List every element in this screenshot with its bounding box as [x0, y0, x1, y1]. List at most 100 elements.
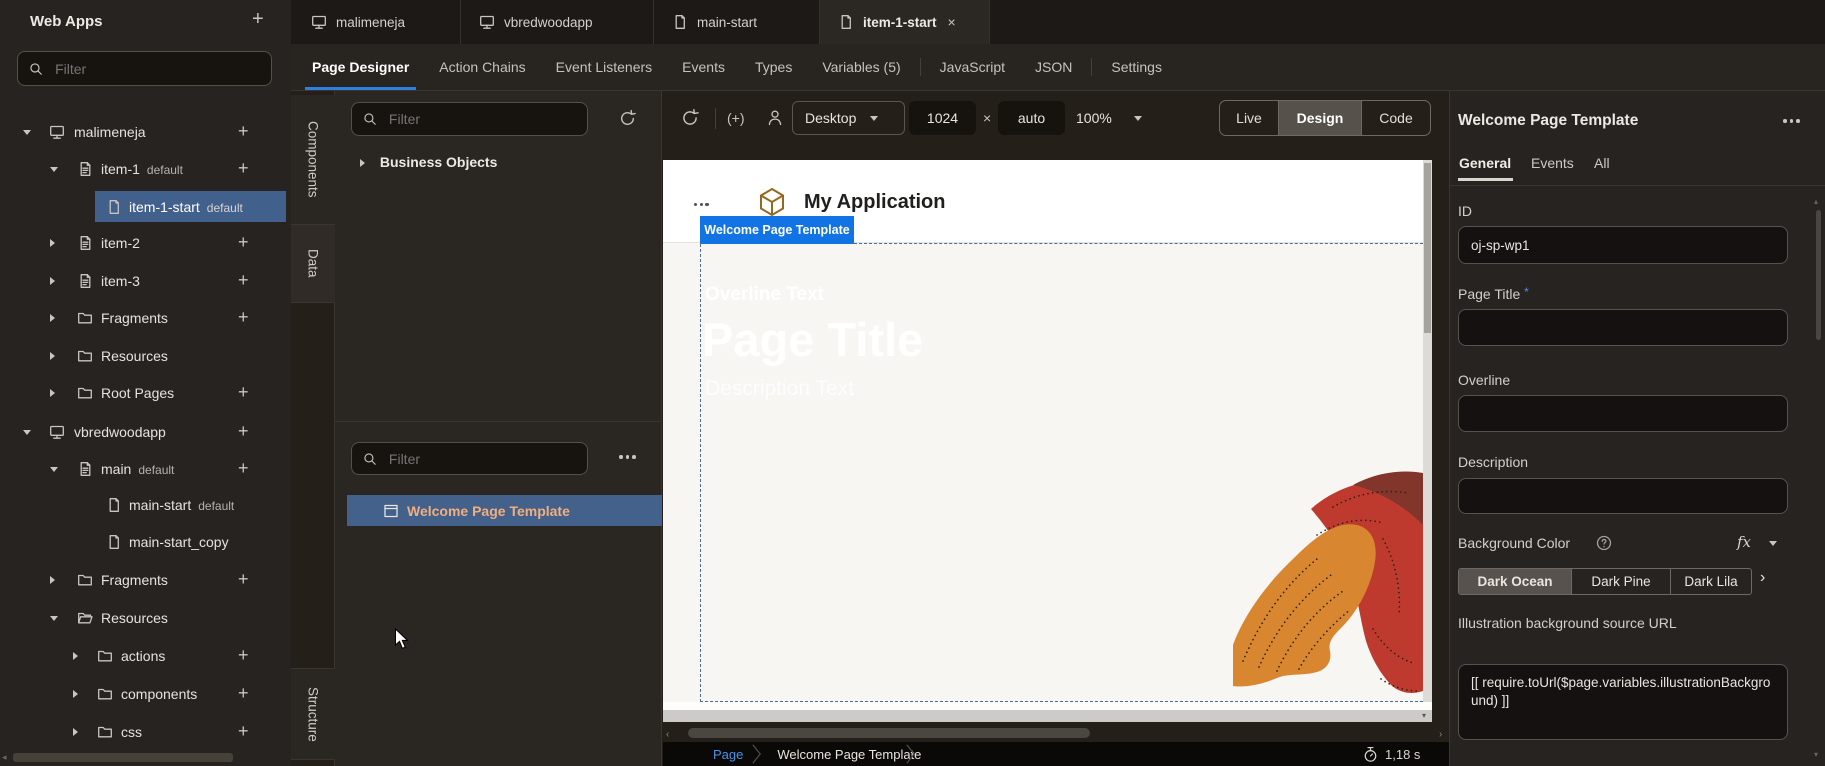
sidebar-filter-input[interactable]	[53, 59, 260, 78]
breadcrumb-current[interactable]: Welcome Page Template	[777, 747, 921, 762]
scroll-down-icon[interactable]: ▾	[1422, 711, 1426, 720]
refresh-icon[interactable]	[618, 109, 637, 128]
overflow-menu-icon[interactable]	[694, 203, 709, 207]
design-canvas-page[interactable]: My Application Welcome Page Template Ove…	[663, 160, 1423, 702]
breadcrumb-page-link[interactable]: Page	[713, 747, 743, 762]
data-filter[interactable]	[351, 102, 588, 136]
page-vscrollbar[interactable]	[1423, 160, 1432, 702]
zoom-chevron-icon[interactable]	[1134, 116, 1142, 121]
scroll-down-icon[interactable]: ▾	[1814, 750, 1818, 759]
tab-data[interactable]: Data	[291, 225, 335, 303]
tree-row-components[interactable]: components +	[0, 679, 291, 709]
tree-row-vbredwoodapp[interactable]: vbredwoodapp +	[0, 417, 291, 447]
tab-page-designer[interactable]: Page Designer	[297, 44, 424, 90]
design-mode-button[interactable]: Design	[1279, 101, 1362, 135]
presets-next-icon[interactable]: ›	[1760, 569, 1765, 587]
caret-down-icon[interactable]	[23, 130, 31, 135]
add-icon[interactable]: +	[238, 121, 249, 142]
zoom-level[interactable]: 100%	[1076, 110, 1112, 126]
caret-down-icon[interactable]	[50, 616, 58, 621]
caret-right-icon[interactable]	[50, 314, 55, 322]
preset-dark-pine[interactable]: Dark Pine	[1572, 569, 1671, 594]
add-icon[interactable]: +	[238, 721, 249, 742]
tree-row-resources[interactable]: Resources	[0, 341, 291, 371]
tree-row-item-2[interactable]: item-2 +	[0, 228, 291, 258]
canvas-width-input[interactable]: 1024	[909, 101, 976, 135]
tree-row-main-start[interactable]: main-start default	[0, 490, 291, 520]
tab-malimeneja[interactable]: malimeneja	[293, 0, 461, 44]
structure-filter[interactable]	[351, 442, 588, 475]
caret-right-icon[interactable]	[50, 389, 55, 397]
tab-types[interactable]: Types	[740, 44, 807, 90]
page-title-field[interactable]	[1458, 309, 1788, 346]
tab-all[interactable]: All	[1594, 155, 1610, 171]
live-mode-button[interactable]: Live	[1220, 101, 1279, 135]
caret-down-icon[interactable]	[50, 467, 58, 472]
caret-right-icon[interactable]	[50, 576, 55, 584]
tab-main-start[interactable]: main-start	[654, 0, 820, 44]
fx-expression-button[interactable]: fx	[1737, 533, 1751, 551]
tree-row-fragments-2[interactable]: Fragments +	[0, 565, 291, 595]
description-field[interactable]	[1458, 478, 1788, 514]
tree-row-fragments[interactable]: Fragments +	[0, 303, 291, 333]
tab-settings[interactable]: Settings	[1096, 44, 1177, 90]
add-icon[interactable]: +	[238, 158, 249, 179]
tree-row-resources-2[interactable]: Resources	[0, 603, 291, 633]
add-icon[interactable]: +	[238, 270, 249, 291]
sidebar-hscrollbar[interactable]	[13, 753, 233, 762]
device-dropdown[interactable]: Desktop	[792, 101, 905, 135]
caret-right-icon[interactable]	[50, 239, 55, 247]
tab-general[interactable]: General	[1459, 155, 1511, 171]
caret-right-icon[interactable]	[50, 352, 55, 360]
user-scope-icon[interactable]	[766, 109, 784, 127]
tree-row-root-pages[interactable]: Root Pages +	[0, 378, 291, 408]
caret-right-icon[interactable]	[73, 690, 78, 698]
close-tab-icon[interactable]: ×	[948, 14, 956, 30]
scroll-left-arrow[interactable]: ◂	[2, 752, 7, 763]
tab-variables[interactable]: Variables (5)	[807, 44, 915, 90]
tree-row-item-3[interactable]: item-3 +	[0, 266, 291, 296]
add-web-app-button[interactable]: +	[252, 8, 264, 31]
scroll-right-arrow[interactable]: ›	[1439, 729, 1442, 740]
caret-right-icon[interactable]	[73, 728, 78, 736]
caret-right-icon[interactable]	[50, 277, 55, 285]
structure-filter-input[interactable]	[386, 449, 576, 468]
add-icon[interactable]: +	[238, 421, 249, 442]
tree-row-css[interactable]: css +	[0, 717, 291, 747]
caret-right-icon[interactable]	[360, 159, 365, 167]
tree-row-item-1-start[interactable]: item-1-start default	[0, 191, 291, 222]
tab-components[interactable]: Components	[291, 95, 335, 225]
structure-item-welcome-page-template[interactable]: Welcome Page Template	[347, 495, 662, 526]
sidebar-filter[interactable]	[17, 51, 272, 86]
canvas-hscrollbar[interactable]	[688, 728, 1090, 738]
business-objects-row[interactable]: Business Objects	[360, 154, 497, 170]
tree-row-item-1[interactable]: item-1 default +	[0, 154, 291, 184]
tab-events[interactable]: Events	[667, 44, 740, 90]
canvas-refresh-icon[interactable]	[680, 108, 700, 128]
caret-down-icon[interactable]	[23, 430, 31, 435]
canvas-height-input[interactable]: auto	[998, 101, 1065, 135]
tree-row-malimeneja[interactable]: malimeneja +	[0, 117, 291, 147]
add-icon[interactable]: +	[238, 382, 249, 403]
illustration-url-field[interactable]: [[ require.toUrl($page.variables.illustr…	[1458, 664, 1788, 740]
tab-json[interactable]: JSON	[1020, 44, 1087, 90]
preset-dark-ocean[interactable]: Dark Ocean	[1459, 569, 1572, 594]
tab-event-listeners[interactable]: Event Listeners	[541, 44, 668, 90]
add-icon[interactable]: +	[238, 569, 249, 590]
fx-chevron-icon[interactable]	[1769, 541, 1777, 546]
caret-right-icon[interactable]	[73, 652, 78, 660]
tree-row-actions[interactable]: actions +	[0, 641, 291, 671]
scroll-up-icon[interactable]: ▴	[1814, 197, 1818, 206]
tree-row-main[interactable]: main default +	[0, 454, 291, 484]
preset-dark-lila[interactable]: Dark Lila	[1671, 569, 1751, 594]
tab-item-1-start[interactable]: item-1-start ×	[820, 0, 990, 44]
data-filter-input[interactable]	[386, 110, 576, 128]
add-icon[interactable]: +	[238, 683, 249, 704]
pointer-events-icon[interactable]: (+)	[727, 110, 745, 126]
structure-menu-icon[interactable]	[619, 455, 636, 459]
scroll-left-arrow[interactable]: ‹	[666, 729, 669, 740]
add-icon[interactable]: +	[238, 232, 249, 253]
overline-field[interactable]	[1458, 395, 1788, 432]
help-icon[interactable]	[1596, 535, 1612, 551]
code-mode-button[interactable]: Code	[1362, 101, 1430, 135]
